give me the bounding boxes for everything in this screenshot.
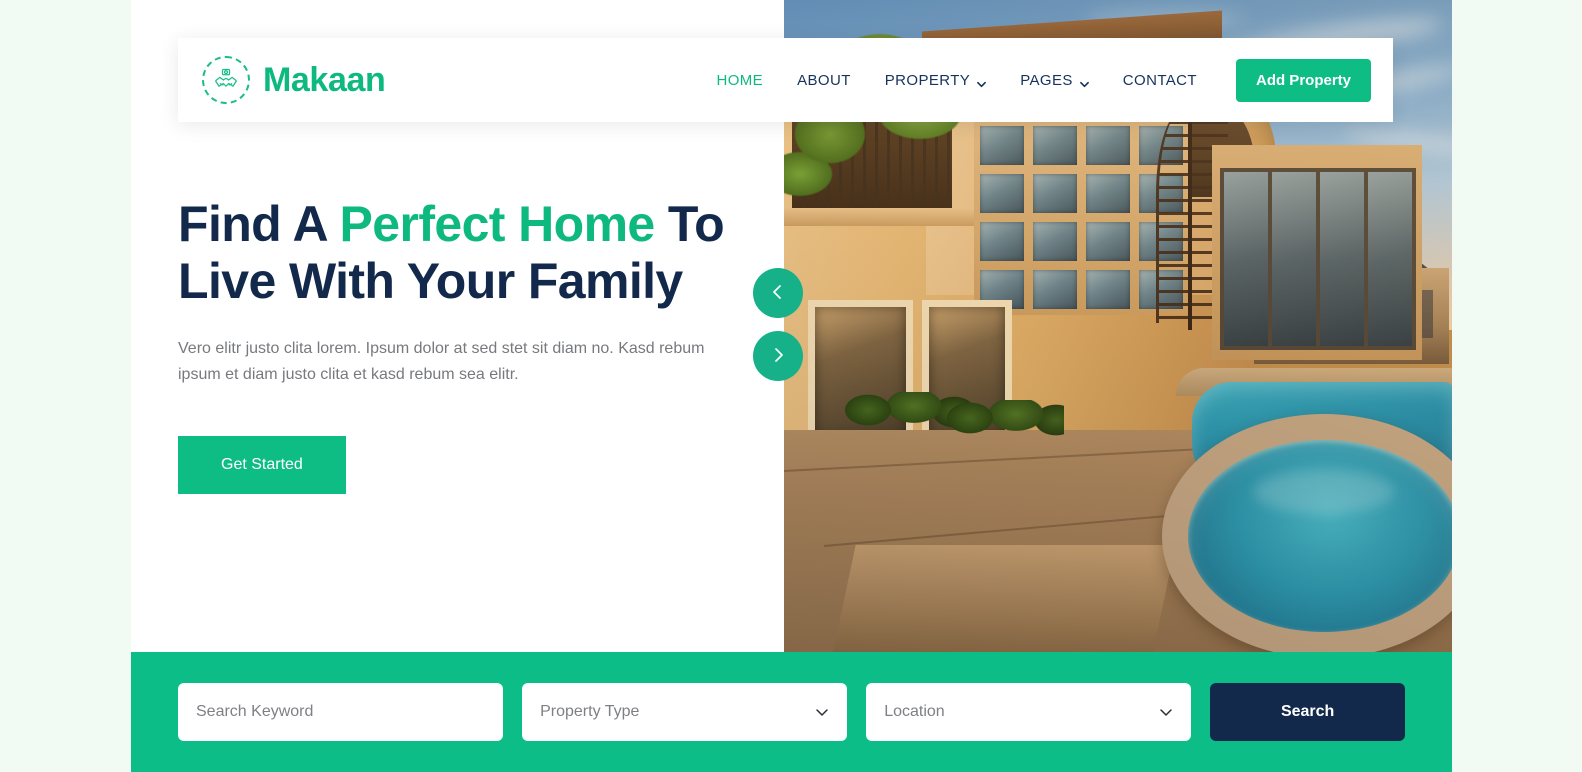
nav-item-property[interactable]: PROPERTY <box>868 62 1003 99</box>
property-type-select[interactable]: Property Type <box>522 683 848 741</box>
nav-label: PROPERTY <box>884 71 971 89</box>
handshake-house-icon <box>202 56 250 104</box>
carousel-next-button[interactable] <box>753 331 803 381</box>
chevron-right-icon <box>770 347 786 366</box>
search-keyword-field[interactable] <box>178 683 504 741</box>
search-input[interactable] <box>196 703 486 721</box>
property-type-value: Property Type <box>540 703 640 720</box>
main-navbar: Makaan HOME ABOUT PROPERTY PAGES CONTACT… <box>178 38 1393 122</box>
carousel-prev-button[interactable] <box>753 268 803 318</box>
hero-title-part1: Find A <box>178 196 340 252</box>
nav-label: CONTACT <box>1122 71 1197 89</box>
nav-label: ABOUT <box>797 71 851 89</box>
shrub <box>944 400 1064 446</box>
location-value: Location <box>884 703 945 720</box>
patio-steps <box>832 545 1176 652</box>
nav-item-pages[interactable]: PAGES <box>1003 62 1106 99</box>
staircase-post <box>1188 100 1192 330</box>
water-highlight <box>1254 470 1394 514</box>
nav-label: PAGES <box>1020 71 1073 89</box>
brand-logo[interactable]: Makaan <box>202 56 386 104</box>
chevron-down-icon <box>815 705 829 719</box>
chevron-down-icon <box>1159 705 1173 719</box>
nav-item-home[interactable]: HOME <box>699 62 780 99</box>
nav-item-contact[interactable]: CONTACT <box>1106 62 1214 99</box>
site-container: Makaan HOME ABOUT PROPERTY PAGES CONTACT… <box>131 0 1452 772</box>
property-search-bar: Property Type Location Search <box>131 652 1452 772</box>
brand-name: Makaan <box>263 60 386 99</box>
location-select[interactable]: Location <box>866 683 1192 741</box>
hero-title: Find A Perfect Home To Live With Your Fa… <box>178 196 758 310</box>
page-root: Makaan HOME ABOUT PROPERTY PAGES CONTACT… <box>0 0 1582 772</box>
chevron-left-icon <box>770 284 786 303</box>
wing-glass-doors <box>1220 168 1416 350</box>
chevron-down-icon <box>977 76 987 87</box>
search-submit-button[interactable]: Search <box>1210 683 1405 741</box>
add-property-button[interactable]: Add Property <box>1235 58 1371 102</box>
hero-paragraph: Vero elitr justo clita lorem. Ipsum dolo… <box>178 340 705 383</box>
chevron-down-icon <box>1079 76 1089 87</box>
nav-label: HOME <box>716 71 764 89</box>
nav-item-about[interactable]: ABOUT <box>780 62 868 99</box>
get-started-button[interactable]: Get Started <box>178 436 346 494</box>
hero-copy: Find A Perfect Home To Live With Your Fa… <box>178 196 758 494</box>
carousel-controls <box>753 268 803 381</box>
nav-links: HOME ABOUT PROPERTY PAGES CONTACT Add Pr… <box>699 58 1371 102</box>
hero-title-highlight: Perfect Home <box>339 196 656 252</box>
